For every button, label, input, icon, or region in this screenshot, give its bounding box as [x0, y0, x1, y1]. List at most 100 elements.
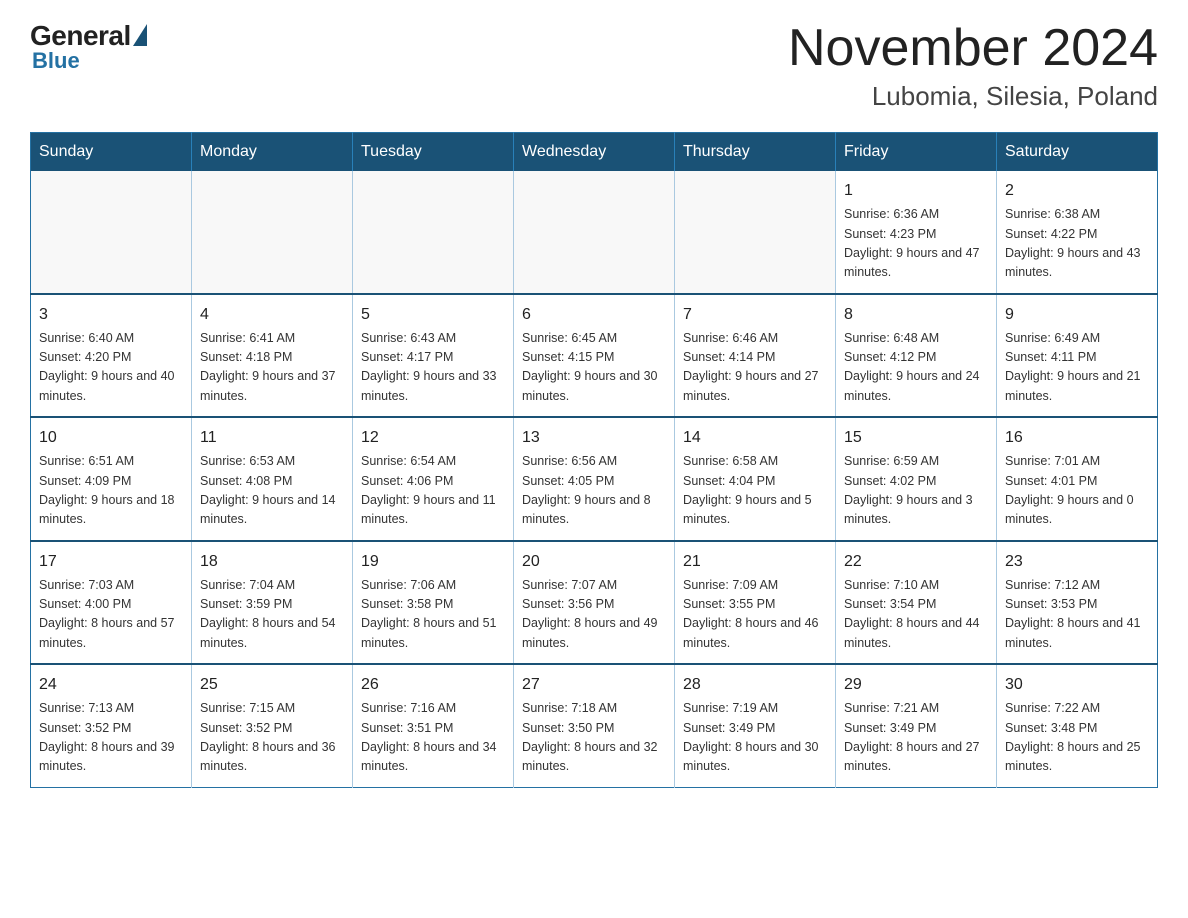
- month-title: November 2024: [788, 20, 1158, 77]
- day-info: Sunrise: 7:04 AMSunset: 3:59 PMDaylight:…: [200, 576, 344, 654]
- logo-blue-text: Blue: [32, 48, 80, 74]
- calendar-cell: 26Sunrise: 7:16 AMSunset: 3:51 PMDayligh…: [353, 664, 514, 787]
- day-number: 25: [200, 673, 344, 697]
- day-info: Sunrise: 6:59 AMSunset: 4:02 PMDaylight:…: [844, 452, 988, 530]
- day-number: 10: [39, 426, 183, 450]
- calendar-cell: 5Sunrise: 6:43 AMSunset: 4:17 PMDaylight…: [353, 294, 514, 418]
- calendar-cell: 15Sunrise: 6:59 AMSunset: 4:02 PMDayligh…: [836, 417, 997, 541]
- logo: General Blue: [30, 20, 147, 74]
- day-number: 2: [1005, 179, 1149, 203]
- page-header: General Blue November 2024 Lubomia, Sile…: [30, 20, 1158, 112]
- day-info: Sunrise: 7:09 AMSunset: 3:55 PMDaylight:…: [683, 576, 827, 654]
- day-number: 4: [200, 303, 344, 327]
- calendar-cell: 27Sunrise: 7:18 AMSunset: 3:50 PMDayligh…: [514, 664, 675, 787]
- calendar-cell: 11Sunrise: 6:53 AMSunset: 4:08 PMDayligh…: [192, 417, 353, 541]
- calendar-cell: 12Sunrise: 6:54 AMSunset: 4:06 PMDayligh…: [353, 417, 514, 541]
- day-info: Sunrise: 6:45 AMSunset: 4:15 PMDaylight:…: [522, 329, 666, 407]
- day-number: 3: [39, 303, 183, 327]
- day-number: 12: [361, 426, 505, 450]
- title-block: November 2024 Lubomia, Silesia, Poland: [788, 20, 1158, 112]
- day-info: Sunrise: 7:10 AMSunset: 3:54 PMDaylight:…: [844, 576, 988, 654]
- col-saturday: Saturday: [997, 133, 1158, 172]
- col-friday: Friday: [836, 133, 997, 172]
- location-title: Lubomia, Silesia, Poland: [788, 81, 1158, 112]
- day-info: Sunrise: 6:54 AMSunset: 4:06 PMDaylight:…: [361, 452, 505, 530]
- day-info: Sunrise: 6:41 AMSunset: 4:18 PMDaylight:…: [200, 329, 344, 407]
- day-info: Sunrise: 7:13 AMSunset: 3:52 PMDaylight:…: [39, 699, 183, 777]
- calendar-cell: 10Sunrise: 6:51 AMSunset: 4:09 PMDayligh…: [31, 417, 192, 541]
- calendar-week-row: 1Sunrise: 6:36 AMSunset: 4:23 PMDaylight…: [31, 171, 1158, 294]
- calendar-cell: 21Sunrise: 7:09 AMSunset: 3:55 PMDayligh…: [675, 541, 836, 665]
- calendar-cell: 9Sunrise: 6:49 AMSunset: 4:11 PMDaylight…: [997, 294, 1158, 418]
- day-number: 9: [1005, 303, 1149, 327]
- calendar-cell: 6Sunrise: 6:45 AMSunset: 4:15 PMDaylight…: [514, 294, 675, 418]
- calendar-cell: [675, 171, 836, 294]
- day-info: Sunrise: 6:38 AMSunset: 4:22 PMDaylight:…: [1005, 205, 1149, 283]
- day-number: 24: [39, 673, 183, 697]
- day-info: Sunrise: 7:21 AMSunset: 3:49 PMDaylight:…: [844, 699, 988, 777]
- day-number: 15: [844, 426, 988, 450]
- calendar-cell: 20Sunrise: 7:07 AMSunset: 3:56 PMDayligh…: [514, 541, 675, 665]
- calendar-week-row: 3Sunrise: 6:40 AMSunset: 4:20 PMDaylight…: [31, 294, 1158, 418]
- calendar-cell: 23Sunrise: 7:12 AMSunset: 3:53 PMDayligh…: [997, 541, 1158, 665]
- calendar-cell: 24Sunrise: 7:13 AMSunset: 3:52 PMDayligh…: [31, 664, 192, 787]
- day-number: 11: [200, 426, 344, 450]
- day-info: Sunrise: 6:49 AMSunset: 4:11 PMDaylight:…: [1005, 329, 1149, 407]
- day-number: 18: [200, 550, 344, 574]
- calendar-cell: 30Sunrise: 7:22 AMSunset: 3:48 PMDayligh…: [997, 664, 1158, 787]
- calendar-cell: [31, 171, 192, 294]
- calendar-cell: 22Sunrise: 7:10 AMSunset: 3:54 PMDayligh…: [836, 541, 997, 665]
- day-number: 7: [683, 303, 827, 327]
- day-info: Sunrise: 7:12 AMSunset: 3:53 PMDaylight:…: [1005, 576, 1149, 654]
- day-number: 23: [1005, 550, 1149, 574]
- calendar-week-row: 24Sunrise: 7:13 AMSunset: 3:52 PMDayligh…: [31, 664, 1158, 787]
- day-number: 13: [522, 426, 666, 450]
- day-info: Sunrise: 6:51 AMSunset: 4:09 PMDaylight:…: [39, 452, 183, 530]
- day-number: 5: [361, 303, 505, 327]
- calendar-cell: 13Sunrise: 6:56 AMSunset: 4:05 PMDayligh…: [514, 417, 675, 541]
- day-number: 17: [39, 550, 183, 574]
- day-number: 27: [522, 673, 666, 697]
- calendar-cell: 14Sunrise: 6:58 AMSunset: 4:04 PMDayligh…: [675, 417, 836, 541]
- day-info: Sunrise: 6:43 AMSunset: 4:17 PMDaylight:…: [361, 329, 505, 407]
- calendar-week-row: 10Sunrise: 6:51 AMSunset: 4:09 PMDayligh…: [31, 417, 1158, 541]
- calendar-cell: 18Sunrise: 7:04 AMSunset: 3:59 PMDayligh…: [192, 541, 353, 665]
- calendar-cell: 19Sunrise: 7:06 AMSunset: 3:58 PMDayligh…: [353, 541, 514, 665]
- day-number: 21: [683, 550, 827, 574]
- calendar-table: Sunday Monday Tuesday Wednesday Thursday…: [30, 132, 1158, 788]
- calendar-cell: 29Sunrise: 7:21 AMSunset: 3:49 PMDayligh…: [836, 664, 997, 787]
- day-number: 8: [844, 303, 988, 327]
- day-info: Sunrise: 7:16 AMSunset: 3:51 PMDaylight:…: [361, 699, 505, 777]
- day-info: Sunrise: 6:46 AMSunset: 4:14 PMDaylight:…: [683, 329, 827, 407]
- day-info: Sunrise: 7:07 AMSunset: 3:56 PMDaylight:…: [522, 576, 666, 654]
- calendar-cell: 4Sunrise: 6:41 AMSunset: 4:18 PMDaylight…: [192, 294, 353, 418]
- day-info: Sunrise: 6:53 AMSunset: 4:08 PMDaylight:…: [200, 452, 344, 530]
- day-info: Sunrise: 7:22 AMSunset: 3:48 PMDaylight:…: [1005, 699, 1149, 777]
- col-tuesday: Tuesday: [353, 133, 514, 172]
- day-info: Sunrise: 6:36 AMSunset: 4:23 PMDaylight:…: [844, 205, 988, 283]
- calendar-cell: [353, 171, 514, 294]
- calendar-cell: 2Sunrise: 6:38 AMSunset: 4:22 PMDaylight…: [997, 171, 1158, 294]
- day-info: Sunrise: 7:15 AMSunset: 3:52 PMDaylight:…: [200, 699, 344, 777]
- day-info: Sunrise: 7:01 AMSunset: 4:01 PMDaylight:…: [1005, 452, 1149, 530]
- calendar-cell: 3Sunrise: 6:40 AMSunset: 4:20 PMDaylight…: [31, 294, 192, 418]
- day-number: 16: [1005, 426, 1149, 450]
- calendar-cell: 17Sunrise: 7:03 AMSunset: 4:00 PMDayligh…: [31, 541, 192, 665]
- day-number: 14: [683, 426, 827, 450]
- day-number: 1: [844, 179, 988, 203]
- calendar-cell: 8Sunrise: 6:48 AMSunset: 4:12 PMDaylight…: [836, 294, 997, 418]
- day-info: Sunrise: 7:06 AMSunset: 3:58 PMDaylight:…: [361, 576, 505, 654]
- day-number: 30: [1005, 673, 1149, 697]
- calendar-cell: 16Sunrise: 7:01 AMSunset: 4:01 PMDayligh…: [997, 417, 1158, 541]
- day-number: 20: [522, 550, 666, 574]
- day-info: Sunrise: 6:58 AMSunset: 4:04 PMDaylight:…: [683, 452, 827, 530]
- day-number: 22: [844, 550, 988, 574]
- col-monday: Monday: [192, 133, 353, 172]
- day-number: 6: [522, 303, 666, 327]
- calendar-cell: 28Sunrise: 7:19 AMSunset: 3:49 PMDayligh…: [675, 664, 836, 787]
- col-wednesday: Wednesday: [514, 133, 675, 172]
- calendar-header-row: Sunday Monday Tuesday Wednesday Thursday…: [31, 133, 1158, 172]
- day-number: 29: [844, 673, 988, 697]
- logo-triangle-icon: [133, 24, 147, 46]
- calendar-cell: 25Sunrise: 7:15 AMSunset: 3:52 PMDayligh…: [192, 664, 353, 787]
